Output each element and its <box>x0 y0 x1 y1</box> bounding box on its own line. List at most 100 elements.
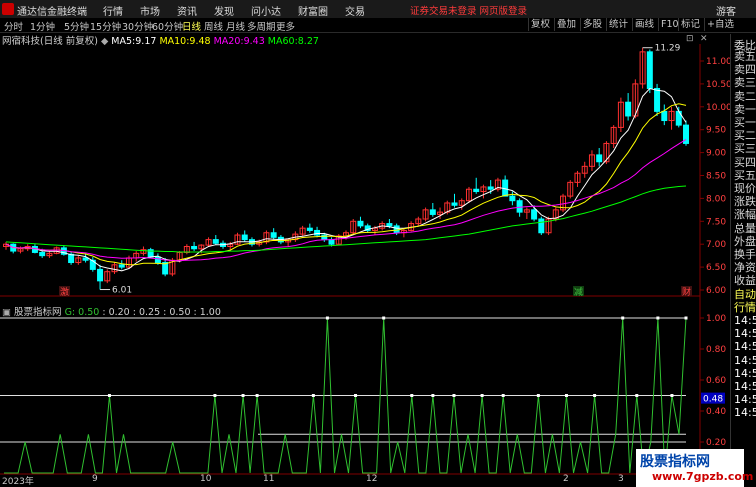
indicator-dot <box>501 394 505 397</box>
x-label-12: 12 <box>366 474 378 484</box>
y-tick-label: 6.00 <box>706 286 726 296</box>
indicator-dot <box>593 394 597 397</box>
x-label-10: 10 <box>200 474 212 484</box>
tab-multi-period[interactable]: 多周期 <box>247 19 276 33</box>
y-tick-label: 6.50 <box>706 263 726 273</box>
side-panel-extra: 500 <box>740 47 752 54</box>
indicator-dot <box>621 316 625 320</box>
side-panel-item: 净资 <box>734 261 756 275</box>
candle-body <box>429 209 436 215</box>
tab-30min[interactable]: 30分钟 <box>122 19 153 33</box>
tab-1min[interactable]: 1分钟 <box>30 19 55 33</box>
candle-body <box>212 239 219 244</box>
kline-chart[interactable]: 11.00 10.50 10.00 9.50 9.00 8.50 8.00 7.50 7.00 6… <box>0 44 730 487</box>
side-panel-item: 14:5 <box>734 327 756 341</box>
indicator-dot <box>107 394 111 397</box>
overlay-button[interactable]: 叠加 <box>554 18 578 31</box>
candle-body <box>270 232 277 238</box>
adjust-button[interactable]: 复权 <box>528 18 552 31</box>
y-tick-label: 11.00 <box>706 57 730 67</box>
watermark-url: www.7gpzb.com <box>652 470 754 483</box>
tab-more[interactable]: 更多 <box>276 19 295 33</box>
close-icon[interactable]: ✕ <box>700 34 708 44</box>
candle-body <box>82 257 89 261</box>
period-toolbar: 分时 1分钟 5分钟 15分钟 30分钟 60分钟 日线 周线 月线 多周期 更… <box>0 18 756 33</box>
side-panel-item: 14:5 <box>734 366 756 380</box>
candle-body <box>487 186 494 190</box>
candle-body <box>516 200 523 213</box>
candle-body <box>154 256 161 264</box>
indicator-dot <box>382 316 386 320</box>
tab-weekly[interactable]: 周线 <box>204 19 223 33</box>
multi-stock-button[interactable]: 多股 <box>580 18 604 31</box>
expand-icon[interactable]: ⊡ <box>686 34 694 44</box>
side-panel-item: 买三 <box>734 142 756 156</box>
tab-daily[interactable]: 日线 <box>182 19 201 33</box>
tab-60min[interactable]: 60分钟 <box>152 19 183 33</box>
x-label-3: 3 <box>618 474 624 484</box>
title-bar: 通达信金融终端 行情 市场 资讯 发现 问小达 财富圈 交易 证券交易未登录 网… <box>0 0 756 19</box>
indicator-dot <box>431 394 435 397</box>
indicator-dot <box>255 394 259 397</box>
candle-body <box>241 234 248 241</box>
menu-wenxiaoda[interactable]: 问小达 <box>251 3 281 18</box>
menu-zixun[interactable]: 资讯 <box>177 3 197 18</box>
g-label: G: <box>64 307 76 318</box>
ind-y-tick-label: 0.40 <box>706 407 726 417</box>
menu-shichang[interactable]: 市场 <box>140 3 160 18</box>
candle-body <box>314 229 321 236</box>
candle-body <box>306 227 313 231</box>
mark-button[interactable]: 标记 <box>678 18 702 31</box>
menu-hangqing[interactable]: 行情 <box>103 3 123 18</box>
side-panel-item: 买五 <box>734 168 756 182</box>
side-panel-list: 卖五 卖四 卖三 卖二 卖一 买一 买二 买三 买四 买五 现价 涨跌 涨幅 总量 外盘 换手 净资 收益 自动 行情… <box>734 50 756 420</box>
tab-5min[interactable]: 5分钟 <box>64 19 89 33</box>
ma5-line <box>5 87 687 272</box>
ma60-line <box>5 185 687 253</box>
login-notice[interactable]: 证券交易未登录 网页版登录 <box>410 3 527 17</box>
indicator-dot <box>452 394 456 397</box>
ind-y-tick-label: 1.00 <box>706 314 726 324</box>
side-panel-item: 行情 <box>734 300 756 314</box>
indicator-dot <box>325 316 329 320</box>
add-watchlist-button[interactable]: +自选 <box>704 18 736 31</box>
low-label: 6.01 <box>112 286 132 296</box>
y-tick-label: 7.00 <box>706 240 726 250</box>
indicator-name: 股票指标网 <box>14 307 62 318</box>
tab-15min[interactable]: 15分钟 <box>90 19 121 33</box>
x-label-9: 9 <box>92 474 98 484</box>
tab-monthly[interactable]: 月线 <box>226 19 245 33</box>
indicator-dot <box>670 394 674 397</box>
ind-y-tick-label: 0.60 <box>706 376 726 386</box>
menu-jiaoyi[interactable]: 交易 <box>345 3 365 18</box>
side-panel-item: 卖三 <box>734 76 756 90</box>
stats-button[interactable]: 统计 <box>606 18 630 31</box>
ma20-line <box>5 138 687 262</box>
tab-fenshi[interactable]: 分时 <box>4 19 23 33</box>
user-label[interactable]: 游客 <box>716 3 736 18</box>
side-panel-item: 买一 <box>734 116 756 130</box>
candle-body <box>531 209 538 220</box>
menu-faxian[interactable]: 发现 <box>214 3 234 18</box>
event-marker: 激 <box>60 286 69 298</box>
candle-body <box>328 239 335 245</box>
candle-body <box>509 195 516 202</box>
x-label-2: 2 <box>563 474 569 484</box>
candle-body <box>596 154 603 163</box>
indicator-dot <box>213 394 217 397</box>
candle-body <box>357 220 364 227</box>
indicator-dot <box>354 394 358 397</box>
candle-body <box>625 101 632 117</box>
app-logo-icon <box>2 3 14 15</box>
draw-line-button[interactable]: 画线 <box>632 18 656 31</box>
y-tick-label: 10.50 <box>706 80 730 90</box>
y-tick-label: 8.00 <box>706 194 726 204</box>
indicator-dot <box>656 316 660 320</box>
candle-body <box>118 264 125 268</box>
candle-body <box>661 110 668 122</box>
watermark-title: 股票指标网 <box>640 454 710 470</box>
side-panel-item: 外盘 <box>734 234 756 248</box>
menu-caifuquan[interactable]: 财富圈 <box>298 3 328 18</box>
side-panel-item: 涨跌 <box>734 195 756 209</box>
side-panel-item: 换手 <box>734 248 756 262</box>
